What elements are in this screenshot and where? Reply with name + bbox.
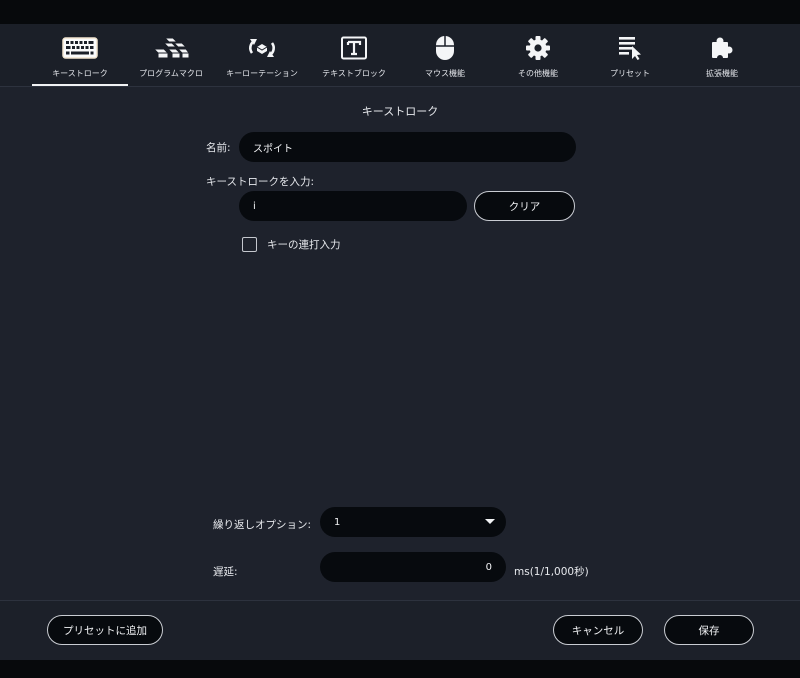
tab-label: プリセット [610,69,650,78]
repeat-option-value: 1 [334,516,341,528]
repeat-input-label: キーの連打入力 [267,239,341,251]
save-button[interactable]: 保存 [664,615,754,645]
tab-label: キーストローク [52,69,108,78]
delay-unit: ms(1/1,000秒) [514,566,589,578]
text-block-icon [306,35,402,61]
name-label: 名前: [206,142,231,154]
keystroke-input[interactable]: i [239,191,467,221]
tab-label: その他機能 [518,69,558,78]
tab-label: マウス機能 [425,69,465,78]
preset-list-icon [582,35,678,61]
window-bottom-strip [0,660,800,678]
repeat-option-label: 繰り返しオプション: [213,519,312,531]
delay-input[interactable]: 0 [320,552,506,582]
rotate-icon [214,35,310,61]
tab-mouse-function[interactable]: マウス機能 [397,24,493,86]
tab-program-macro[interactable]: プログラムマクロ [123,24,219,86]
tab-text-block[interactable]: テキストブロック [306,24,402,86]
keyboard-icon [32,35,128,61]
blocks-icon [123,35,219,61]
window-top-strip [0,0,800,24]
chevron-down-icon [485,519,495,524]
mouse-icon [397,35,493,61]
footer-bar: プリセットに追加 キャンセル 保存 [0,601,800,660]
tab-preset[interactable]: プリセット [582,24,678,86]
tab-keystroke[interactable]: キーストローク [32,24,128,86]
name-field[interactable]: スポイト [239,132,576,162]
section-title: キーストローク [361,105,439,118]
tab-other-functions[interactable]: その他機能 [490,24,586,86]
delay-value: 0 [485,561,492,573]
cancel-button[interactable]: キャンセル [553,615,643,645]
repeat-input-checkbox[interactable] [242,237,257,252]
keystroke-label: キーストロークを入力: [206,176,315,188]
tab-bar: キーストローク プログラムマクロ キーローテーション テキストブロック マウス機… [0,24,800,86]
tab-label: プログラムマクロ [139,69,203,78]
tab-extensions[interactable]: 拡張機能 [674,24,770,86]
gear-icon [490,35,586,61]
clear-button[interactable]: クリア [474,191,575,221]
tab-divider [0,86,800,87]
tab-label: 拡張機能 [706,69,738,78]
repeat-option-select[interactable]: 1 [320,507,506,537]
tab-label: テキストブロック [322,69,386,78]
delay-label: 遅延: [213,566,238,578]
puzzle-icon [674,35,770,61]
tab-label: キーローテーション [226,69,298,78]
tab-key-rotation[interactable]: キーローテーション [214,24,310,86]
add-preset-button[interactable]: プリセットに追加 [47,615,163,645]
